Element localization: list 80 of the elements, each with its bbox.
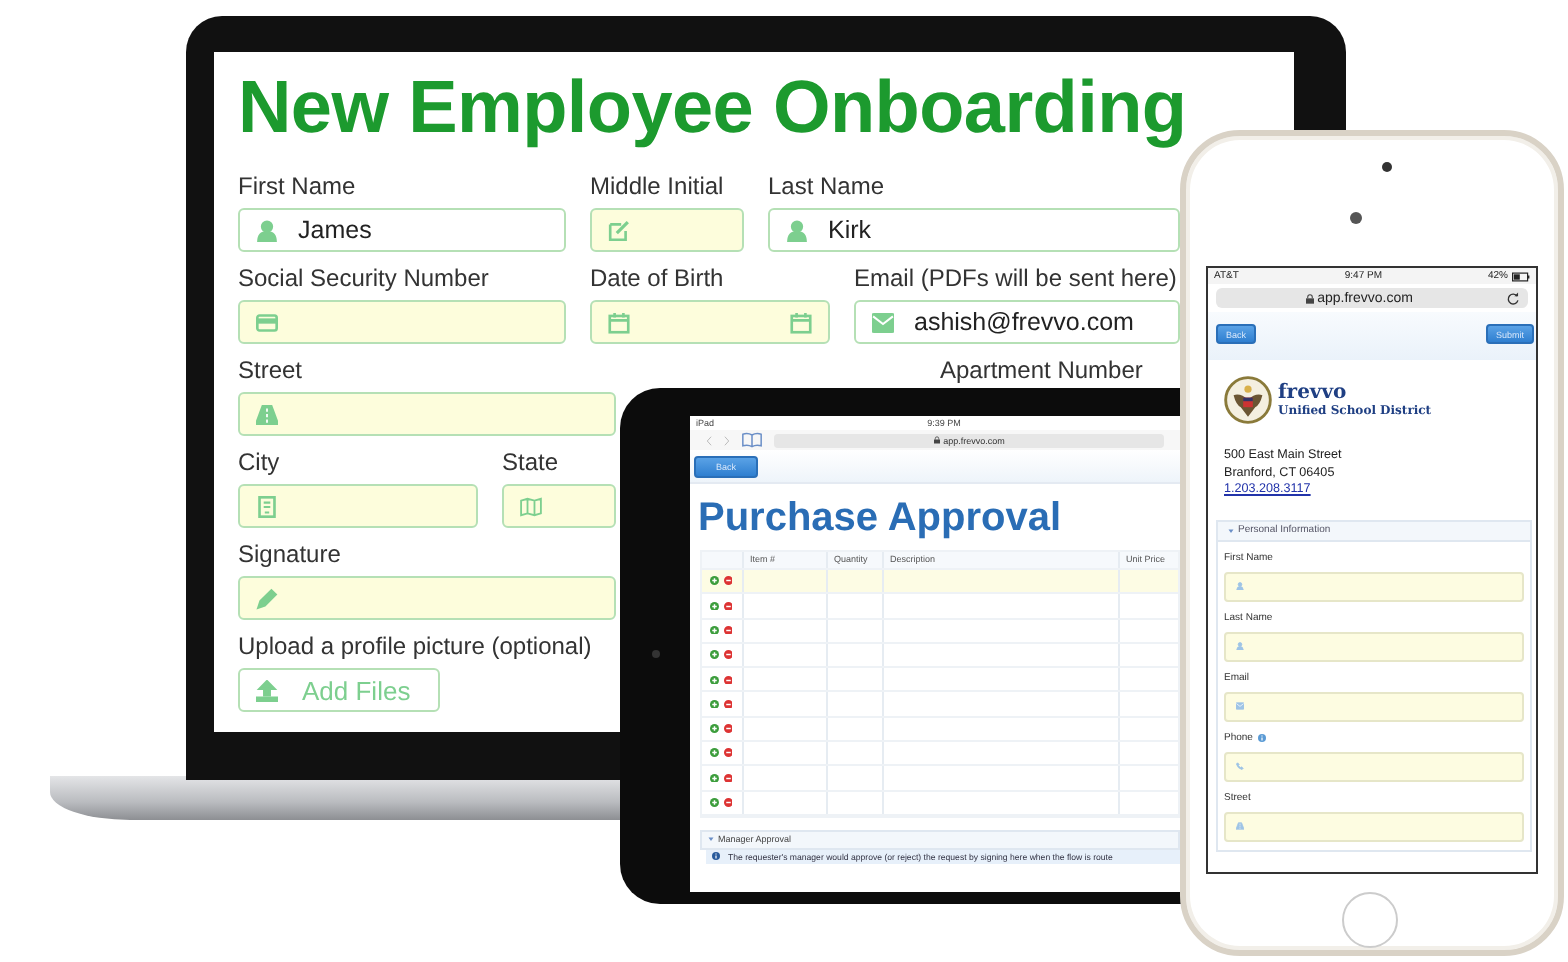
input-field[interactable] [1224,751,1524,781]
book-icon[interactable] [742,432,762,448]
input-field[interactable] [502,484,616,528]
field-label: First Name [238,172,356,200]
add-row-icon[interactable] [710,650,719,660]
input-field[interactable] [1224,691,1524,721]
add-row-icon[interactable] [710,699,719,709]
input-field[interactable] [238,392,616,436]
remove-row-icon[interactable] [723,699,732,709]
calendar-icon [790,311,812,333]
input-field[interactable] [1224,571,1524,601]
envelope-icon [1236,702,1244,710]
field-label: Email (PDFs will be sent here) [854,264,1177,292]
person-icon [1236,582,1244,590]
form-title: New Employee Onboarding [238,64,1189,152]
person-icon [786,219,808,241]
seal-logo-icon [1224,376,1272,424]
calendar-icon [608,311,630,333]
road-icon [256,403,278,425]
input-field[interactable] [1224,631,1524,661]
remove-row-icon[interactable] [723,625,732,635]
field-label: Last Name [768,172,885,200]
add-row-icon[interactable] [710,748,719,758]
org-name: frevvo [1278,382,1349,404]
envelope-icon [872,311,894,333]
add-row-icon[interactable] [710,625,719,635]
camera-dot [652,650,660,658]
add-row-icon[interactable] [710,675,719,685]
form-title: Purchase Approval [698,496,1062,540]
map-icon [520,495,542,517]
phone-icon [1236,762,1244,770]
field-label: Street [238,356,303,384]
battery-icon [1512,271,1530,281]
input-field[interactable] [590,300,830,344]
camera-dot [1382,162,1392,172]
field-label: State [502,448,559,476]
caret-icon [1228,527,1234,533]
add-row-icon[interactable] [710,798,719,808]
reload-icon[interactable] [1506,291,1521,305]
field-label: Upload a profile picture (optional) [238,632,592,660]
add-row-icon[interactable] [710,773,719,783]
add-row-icon[interactable] [710,601,719,611]
remove-row-icon[interactable] [723,773,732,783]
field-label: Signature [238,540,341,568]
road-icon [1236,822,1244,830]
input-field[interactable] [1224,811,1524,841]
field-label: City [238,448,280,476]
person-icon [1236,642,1244,650]
add-row-icon[interactable] [710,724,719,734]
remove-row-icon[interactable] [723,798,732,808]
remove-row-icon[interactable] [723,748,732,758]
remove-row-icon[interactable] [723,650,732,660]
upload-icon [256,679,278,701]
input-field[interactable] [238,576,616,620]
home-button[interactable] [1342,892,1398,948]
info-icon [712,852,720,861]
lock-icon [933,436,940,444]
field-label: Middle Initial [590,172,724,200]
input-field[interactable] [590,208,744,252]
remove-row-icon[interactable] [723,724,732,734]
caret-icon [708,836,714,843]
input-field[interactable]: ashish@frevvo.com [854,300,1180,344]
remove-row-icon[interactable] [723,601,732,611]
remove-row-icon[interactable] [723,675,732,685]
field-label: Social Security Number [238,264,489,292]
input-field[interactable]: James [238,208,566,252]
pencil-icon [256,587,278,609]
card-icon [256,311,278,333]
building-icon [256,495,278,517]
edit-icon [608,219,630,241]
input-field[interactable] [238,300,566,344]
field-label: Date of Birth [590,264,724,292]
input-field[interactable] [238,484,478,528]
person-icon [256,219,278,241]
info-icon[interactable] [1258,734,1267,742]
add-row-icon[interactable] [710,576,719,586]
remove-row-icon[interactable] [723,576,732,586]
field-label: Apartment Number [940,356,1143,384]
input-field[interactable]: Kirk [768,208,1180,252]
lock-icon [1305,293,1314,303]
